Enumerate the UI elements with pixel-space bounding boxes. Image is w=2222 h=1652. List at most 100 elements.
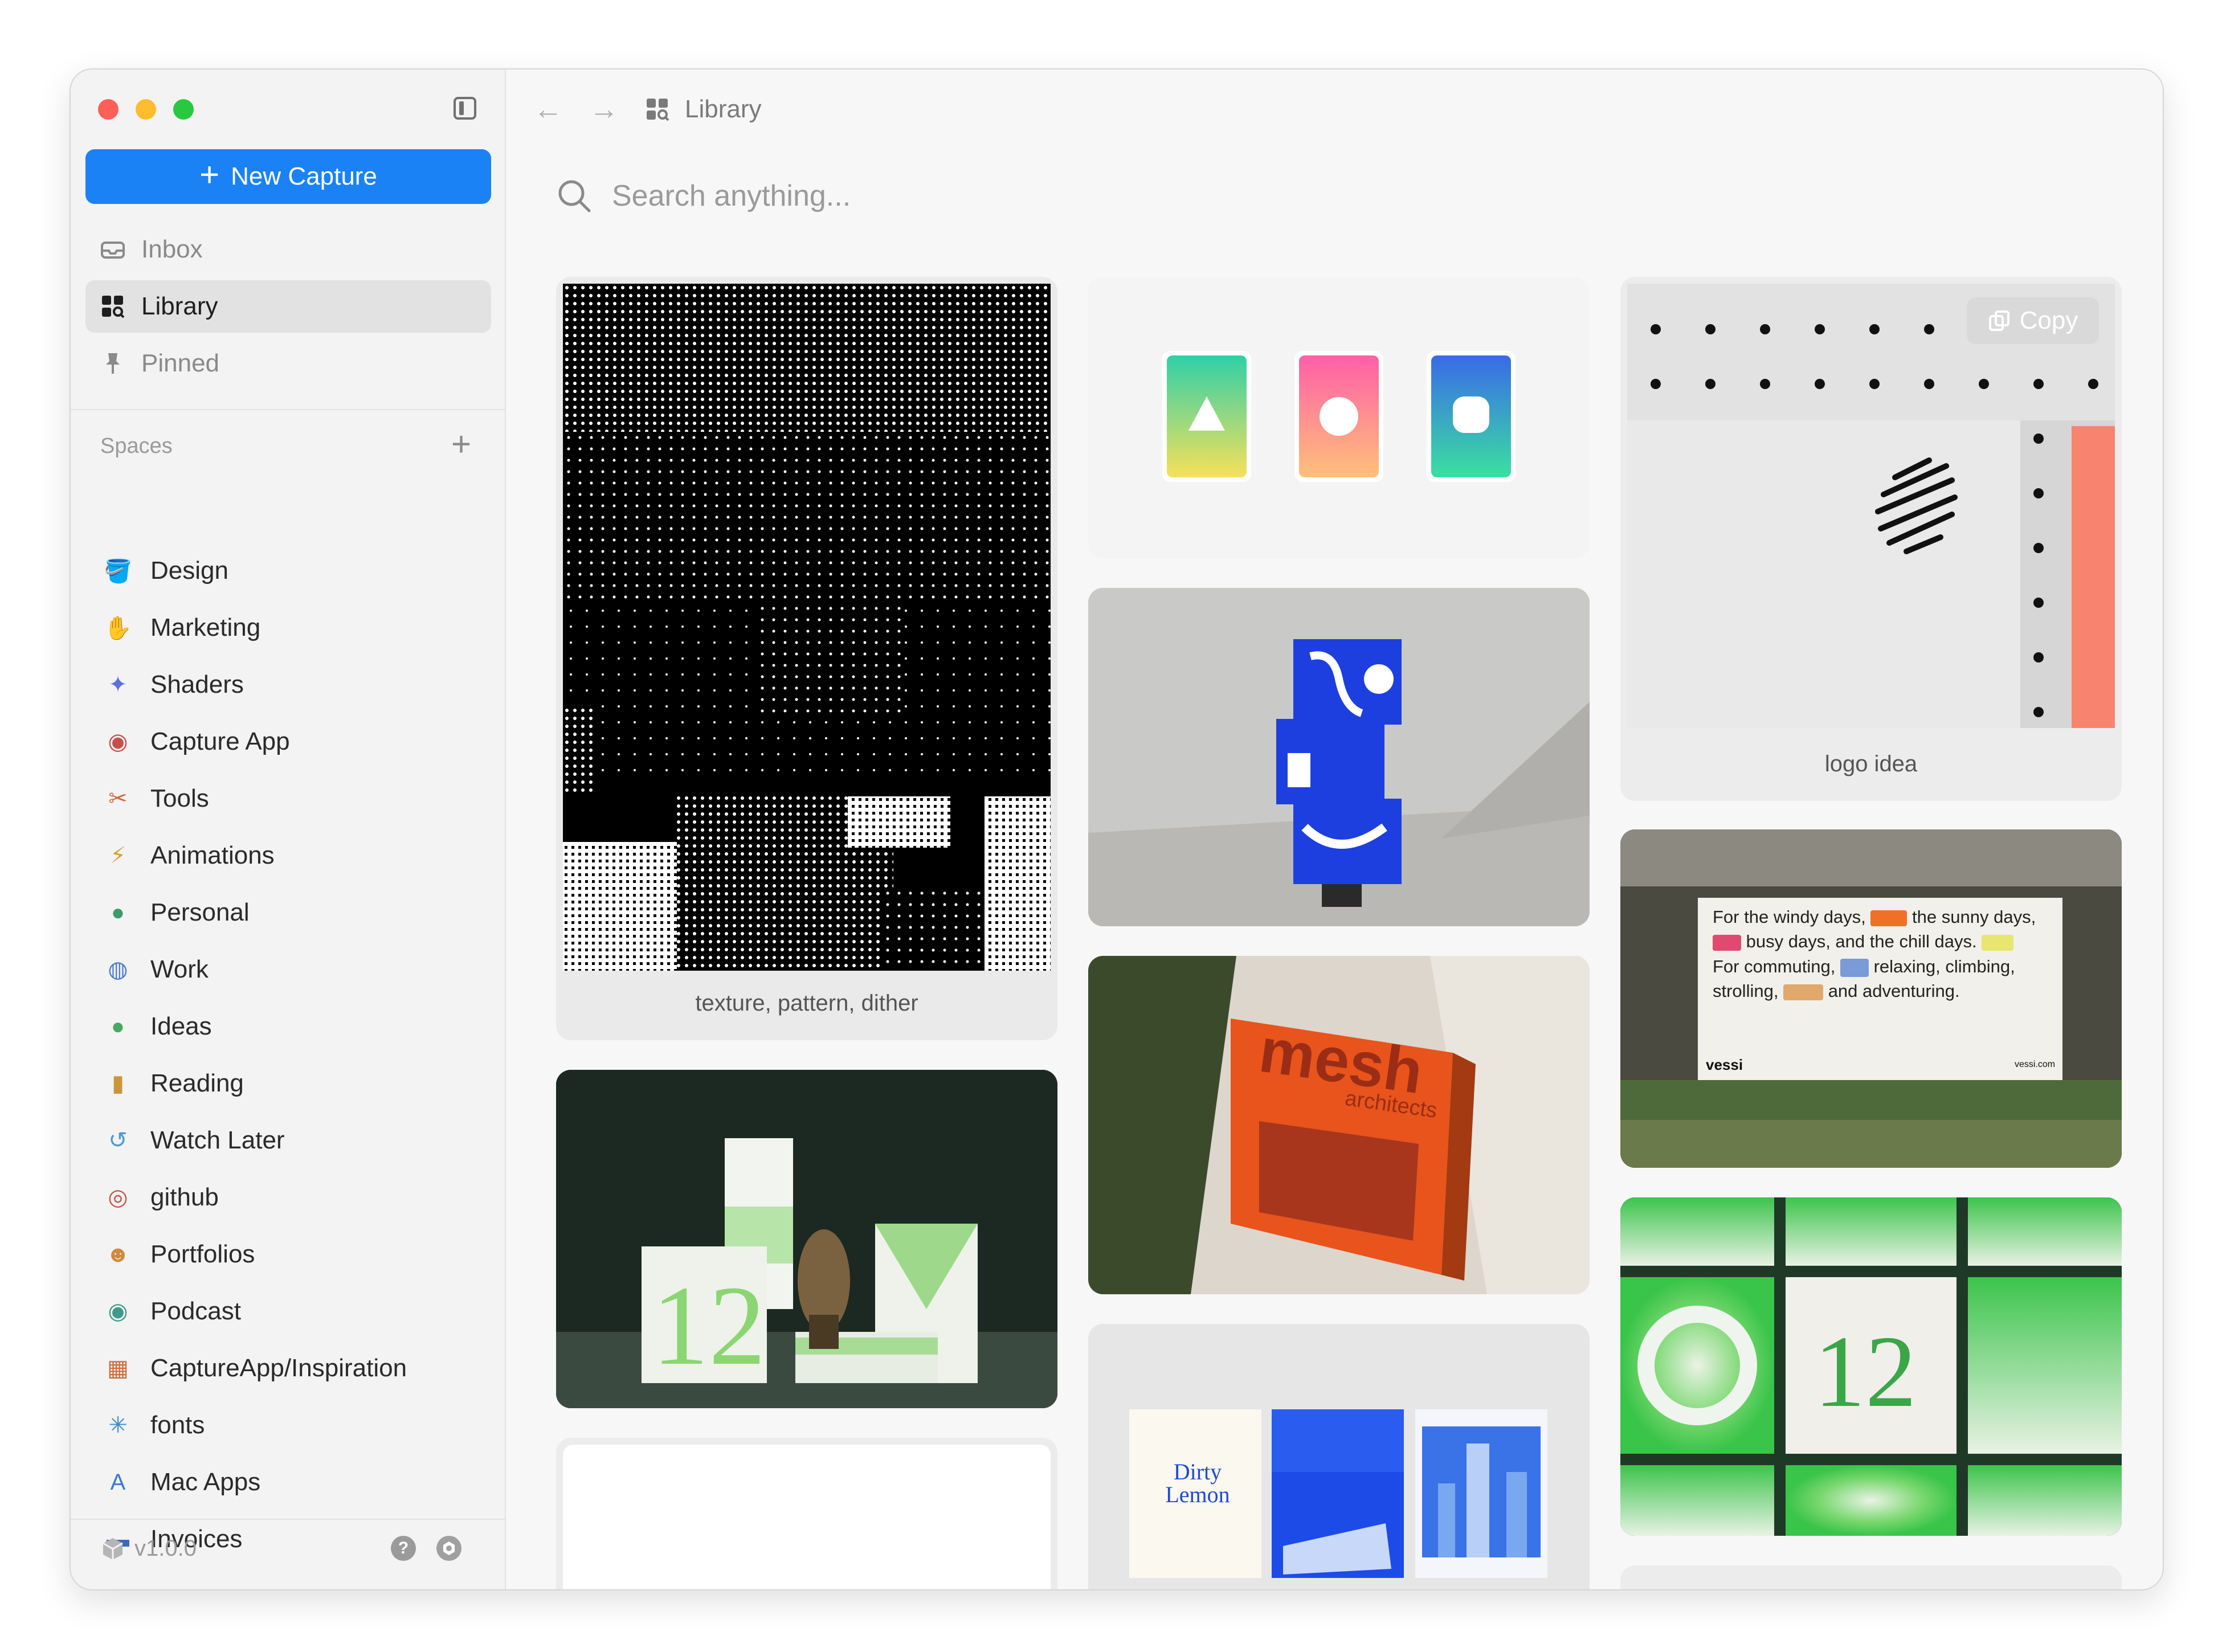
texture-card[interactable]: texture, pattern, dither (556, 277, 1057, 1040)
logo-idea-card[interactable]: Copy logo idea (1620, 277, 2122, 801)
zoom-window-button[interactable] (173, 99, 194, 120)
space-item[interactable]: ✦ Shaders (105, 659, 492, 711)
back-arrow-icon[interactable]: ← (533, 92, 563, 126)
add-space-button[interactable]: + (451, 427, 471, 461)
app-store-icon: A (110, 1469, 126, 1495)
space-item[interactable]: ✳ fonts (105, 1399, 492, 1451)
github-icon: ◎ (108, 1185, 128, 1210)
partial-card[interactable] (1620, 1565, 2122, 1589)
card-caption: logo idea (1824, 751, 1918, 776)
space-item[interactable]: ↺ Watch Later (105, 1114, 492, 1167)
posters-card[interactable]: Dirty Lemon (1088, 1324, 1590, 1589)
blue-sculpture-card[interactable] (1088, 588, 1590, 926)
billboard-site: vessi.com (2015, 1060, 2056, 1069)
library-icon (100, 294, 125, 319)
nav-label: Pinned (141, 349, 220, 377)
space-item[interactable]: ◉ Podcast (105, 1285, 492, 1338)
nav-item-pinned[interactable]: Pinned (85, 337, 491, 390)
space-label: Tools (150, 784, 209, 812)
magic-wand-icon: ✦ (108, 672, 128, 697)
space-label: Animations (150, 841, 275, 869)
pin-icon (100, 351, 125, 376)
breadcrumb: Library (645, 95, 762, 124)
toolbar: ← → Library (533, 92, 762, 126)
dirty-lemon-title: Dirty Lemon (1165, 1459, 1230, 1507)
billboard-line: the sunny days, (1912, 907, 2036, 927)
spaces-title: Spaces (100, 434, 173, 458)
version-label: v1.0.0 (134, 1536, 197, 1561)
book-icon: ▮ (111, 1071, 124, 1096)
shoe-swatch (1840, 958, 1869, 977)
space-label: Marketing (150, 614, 261, 641)
billboard-text: For the windy days, the sunny days, busy… (1713, 905, 2054, 1004)
bolt-icon: ⚡ (109, 843, 126, 868)
blank-preview (563, 1445, 1051, 1589)
space-label: github (150, 1183, 219, 1211)
space-item[interactable]: ⚡ Animations (105, 829, 492, 882)
inbox-icon (100, 237, 125, 262)
space-item[interactable]: ▦ CaptureApp/Inspiration (105, 1342, 492, 1395)
space-item[interactable]: ✂ Tools (105, 772, 492, 825)
badge-card[interactable] (1088, 277, 1590, 558)
close-window-button[interactable] (98, 99, 119, 120)
plus-icon: + (199, 156, 220, 194)
space-item[interactable]: ● Ideas (105, 1000, 492, 1053)
space-item[interactable]: ◎ github (105, 1171, 492, 1224)
space-label: fonts (150, 1411, 205, 1439)
card-caption: texture, pattern, dither (695, 991, 918, 1016)
smiley-icon: ☻ (105, 1241, 130, 1267)
billboard-line: and adventuring. (1828, 981, 1960, 1001)
help-icon[interactable]: ? (391, 1536, 416, 1561)
history-icon: ↺ (108, 1128, 128, 1153)
library-icon (647, 99, 669, 121)
space-item[interactable]: ✋ Marketing (104, 602, 492, 654)
billboard-card[interactable]: For the windy days, the sunny days, busy… (1620, 829, 2122, 1168)
dirty-lemon-poster: Dirty Lemon (1129, 1409, 1261, 1578)
dither-texture-image (563, 284, 1051, 971)
mesh-sign-card[interactable]: mesh architects (1088, 956, 1590, 1294)
space-label: Shaders (150, 670, 244, 698)
megaphone-icon: ✋ (104, 615, 132, 641)
space-item[interactable]: ▮ Reading (105, 1057, 492, 1110)
settings-icon[interactable] (436, 1536, 461, 1561)
space-item[interactable]: ☻ Portfolios (105, 1228, 492, 1281)
copy-label: Copy (2019, 306, 2078, 334)
asterisk-icon: ✳ (108, 1413, 128, 1438)
new-capture-button[interactable]: + New Capture (85, 149, 491, 204)
sidebar-footer: v1.0.0 (100, 1536, 197, 1561)
shoe-swatch (1982, 935, 2014, 951)
copy-button[interactable]: Copy (1967, 297, 2099, 344)
new-capture-label: New Capture (231, 162, 377, 190)
forward-arrow-icon[interactable]: → (589, 92, 619, 126)
search-input[interactable] (612, 179, 1410, 213)
matcha-card[interactable]: 12 (556, 1070, 1057, 1408)
globe-icon: ◍ (108, 957, 128, 982)
record-icon: ◉ (108, 729, 128, 754)
shoe-swatch (1713, 935, 1741, 951)
lightbulb-icon: ● (111, 1013, 125, 1039)
billboard-line: For commuting, (1713, 956, 1836, 976)
city-poster-image (1415, 1409, 1547, 1578)
space-item[interactable]: 🪣 Design (104, 545, 492, 597)
blank-card[interactable] (556, 1438, 1057, 1589)
space-item[interactable]: ◉ Capture App (105, 715, 492, 768)
billboard-line: relaxing, climbing, (1873, 956, 2015, 976)
minimize-window-button[interactable] (136, 99, 156, 120)
cube-icon (103, 1537, 123, 1560)
podcast-icon: ◉ (108, 1299, 128, 1324)
space-item[interactable]: ◍ Work (105, 943, 492, 996)
shoe-swatch (1870, 910, 1908, 926)
sidebar: + New Capture Inbox Library Pinned Space… (71, 69, 506, 1589)
poster-number: 12 (1814, 1315, 1917, 1428)
space-label: Design (150, 557, 228, 584)
space-item[interactable]: ● Personal (105, 886, 492, 939)
paint-bucket-icon: 🪣 (104, 558, 132, 584)
space-item[interactable]: A Mac Apps (105, 1456, 492, 1508)
space-label: Work (150, 955, 209, 983)
nav-item-inbox[interactable]: Inbox (85, 223, 491, 276)
sidebar-toggle-icon[interactable] (454, 97, 476, 120)
green-posters-card[interactable]: 12 (1620, 1197, 2122, 1536)
space-label: CaptureApp/Inspiration (150, 1354, 407, 1382)
window-controls (98, 99, 194, 120)
nav-item-library[interactable]: Library (85, 280, 491, 333)
